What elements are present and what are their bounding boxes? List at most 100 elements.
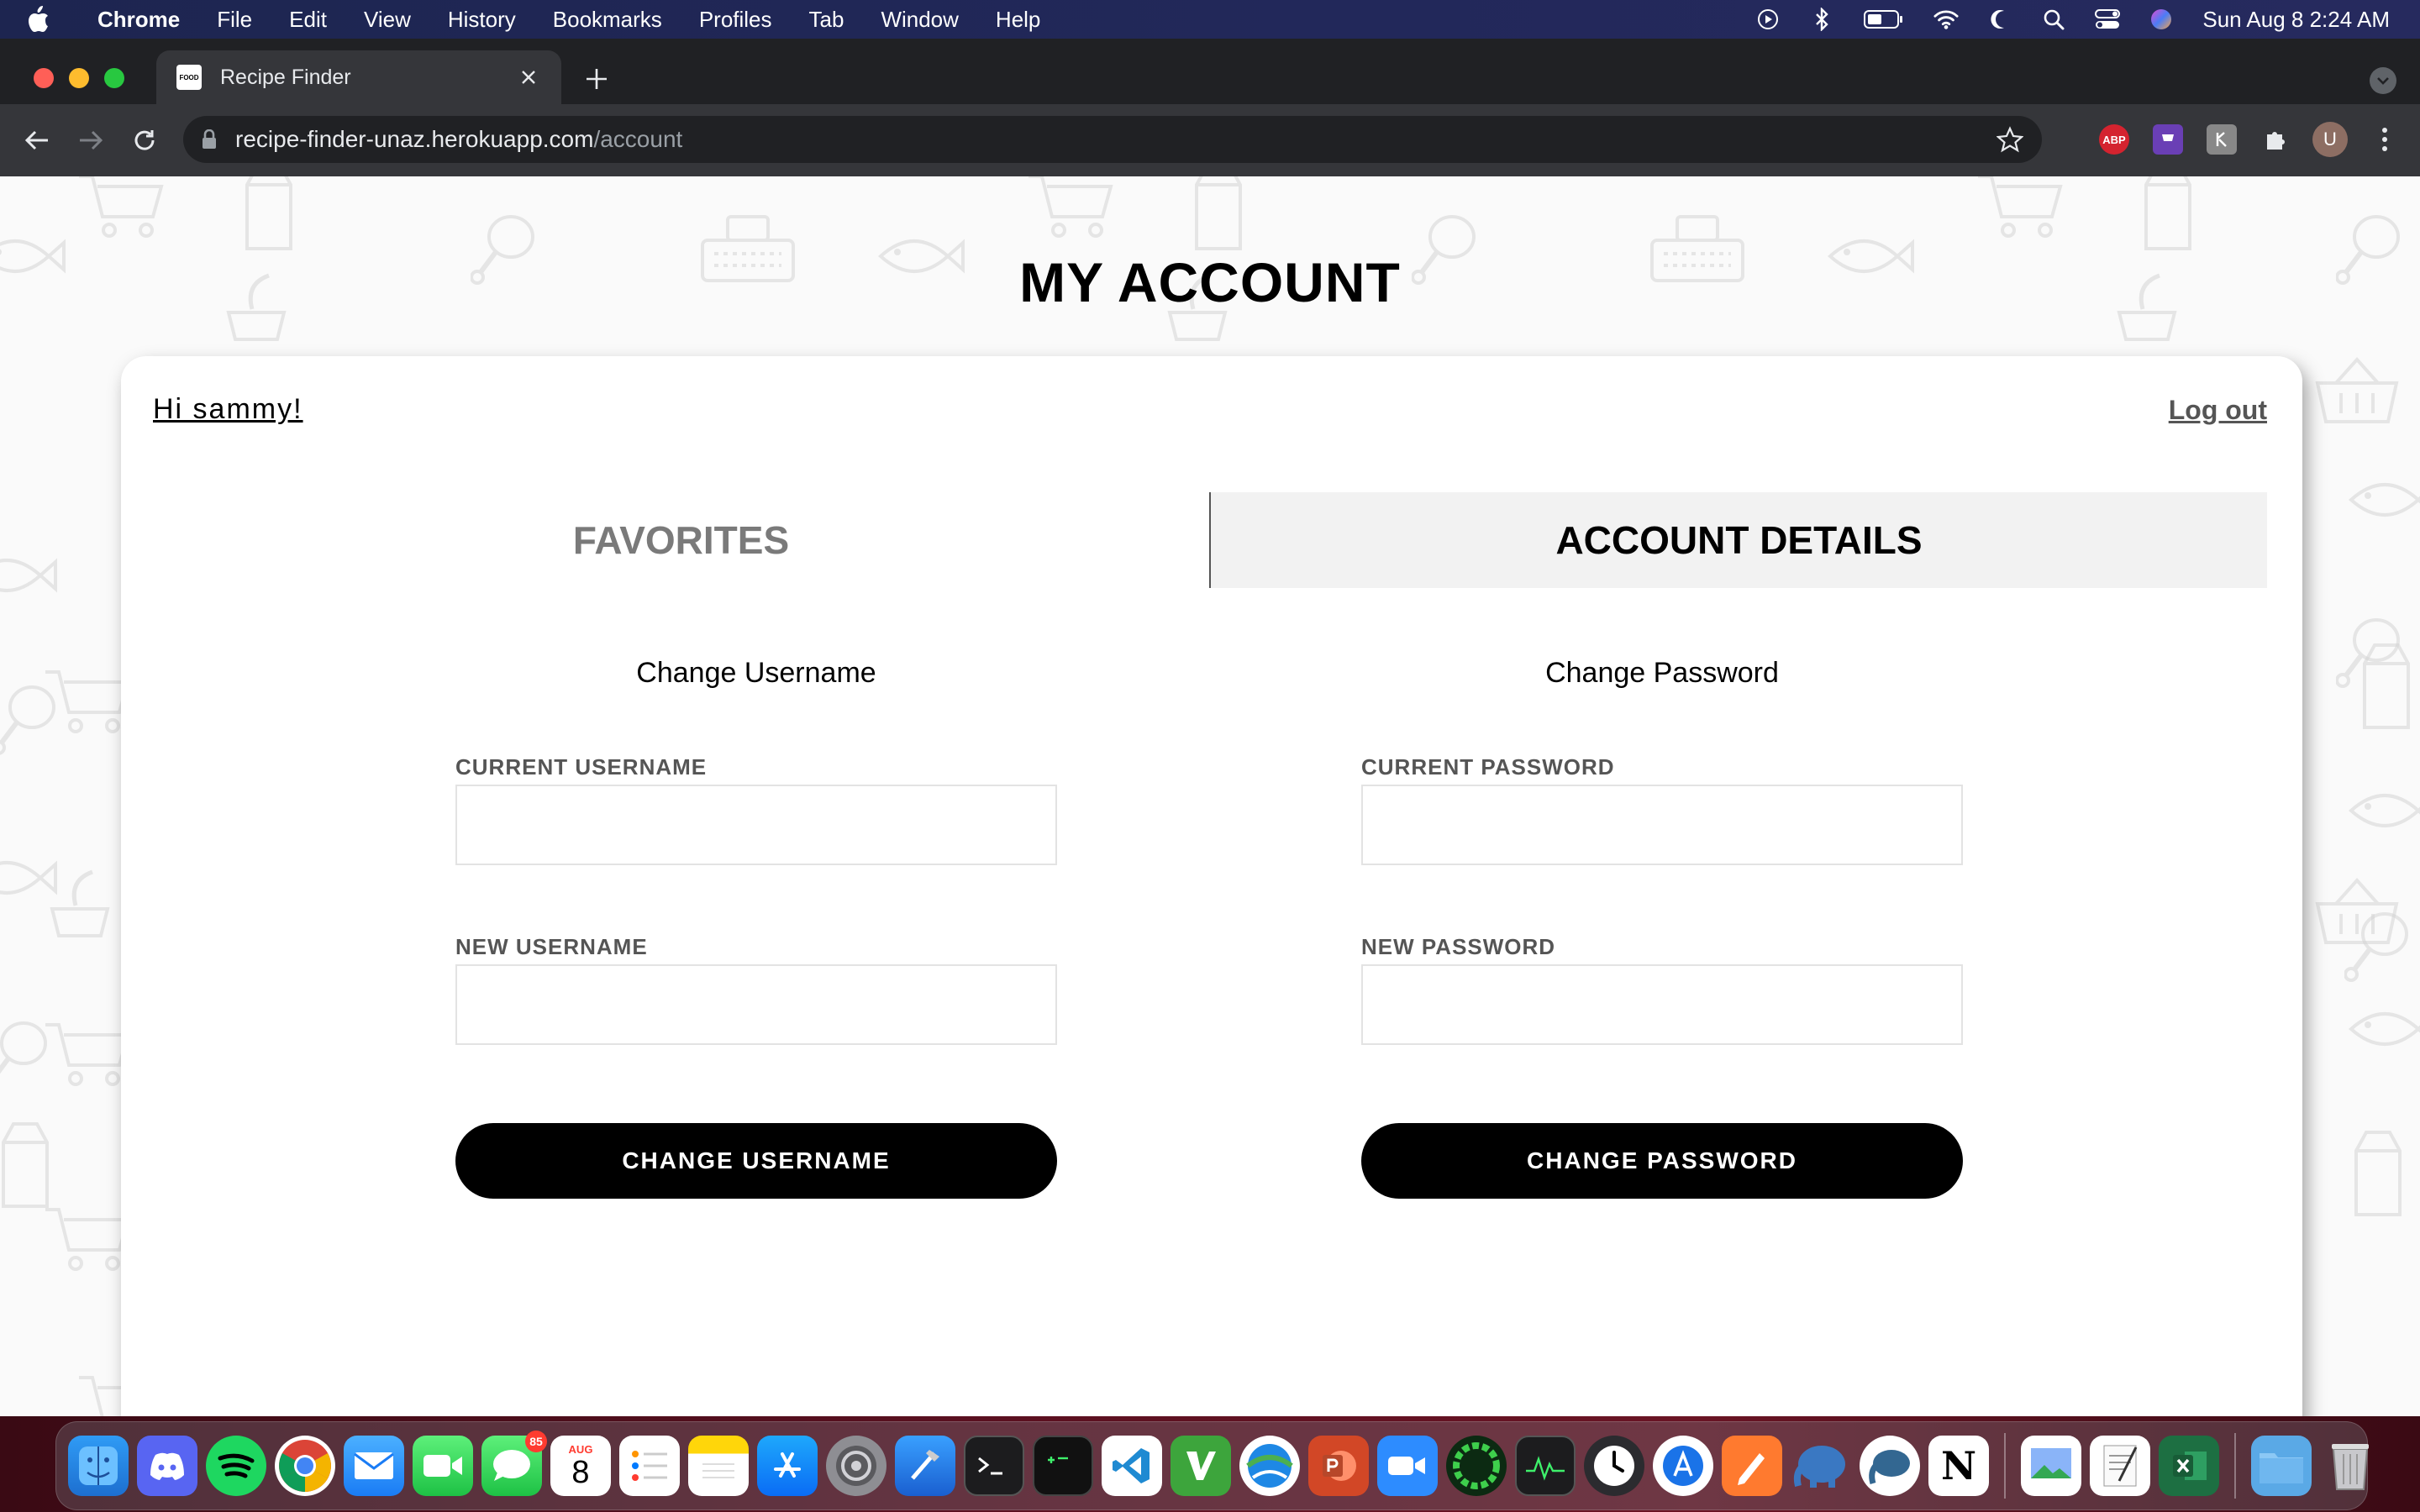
cart-pattern-icon — [1975, 176, 2067, 248]
xcode-icon[interactable] — [895, 1436, 955, 1496]
menu-bookmarks[interactable]: Bookmarks — [553, 7, 662, 33]
menu-help[interactable]: Help — [996, 7, 1040, 33]
battery-icon[interactable] — [1863, 7, 1905, 32]
menu-file[interactable]: File — [217, 7, 252, 33]
powerpoint-icon[interactable] — [1308, 1436, 1369, 1496]
milk-pattern-icon — [0, 1117, 59, 1214]
clock-icon[interactable] — [1584, 1436, 1644, 1496]
notes-icon[interactable] — [688, 1436, 749, 1496]
menubar-clock[interactable]: Sun Aug 8 2:24 AM — [2202, 7, 2390, 33]
change-password-heading: Change Password — [1545, 657, 1779, 689]
bookmark-star-icon[interactable] — [1996, 126, 2024, 159]
extension-icon[interactable] — [2207, 124, 2237, 155]
zoom-icon[interactable] — [1377, 1436, 1438, 1496]
new-password-input[interactable] — [1361, 964, 1963, 1045]
calendar-icon[interactable]: AUG 8 — [550, 1436, 611, 1496]
current-password-label: CURRENT PASSWORD — [1361, 754, 1615, 780]
trash-icon[interactable] — [2320, 1436, 2381, 1496]
wifi-icon[interactable] — [1933, 7, 1959, 32]
extension-icon[interactable] — [2153, 124, 2183, 155]
textedit-icon[interactable] — [2090, 1436, 2150, 1496]
fish-pattern-icon — [0, 546, 59, 609]
spotlight-search-icon[interactable] — [2041, 7, 2066, 32]
logout-link[interactable]: Log out — [2169, 395, 2267, 426]
postgres-icon[interactable] — [1860, 1436, 1920, 1496]
apple-menu-icon[interactable] — [25, 5, 72, 34]
forward-arrow-icon[interactable] — [74, 123, 108, 157]
elephant-app-icon[interactable] — [1791, 1436, 1851, 1496]
system-preferences-icon[interactable] — [826, 1436, 886, 1496]
discord-icon[interactable] — [137, 1436, 197, 1496]
finder-icon[interactable] — [68, 1436, 129, 1496]
preview-icon[interactable] — [2021, 1436, 2081, 1496]
milk-pattern-icon — [2353, 638, 2420, 735]
pen-tool-icon[interactable] — [1722, 1436, 1782, 1496]
fish-pattern-icon — [2344, 470, 2420, 533]
facetime-icon[interactable] — [413, 1436, 473, 1496]
iterm-icon[interactable] — [1033, 1436, 1093, 1496]
dock-separator — [2004, 1433, 2006, 1499]
bluetooth-icon[interactable] — [1809, 7, 1834, 32]
menu-profiles[interactable]: Profiles — [699, 7, 772, 33]
terminal-icon[interactable] — [964, 1436, 1024, 1496]
new-username-input[interactable] — [455, 964, 1057, 1045]
siri-icon[interactable] — [2149, 7, 2174, 32]
reload-icon[interactable] — [128, 123, 161, 157]
adblock-extension-icon[interactable]: ABP — [2099, 124, 2129, 155]
greeting-link[interactable]: Hi sammy! — [153, 393, 303, 426]
new-password-label: NEW PASSWORD — [1361, 934, 1556, 959]
back-arrow-icon[interactable] — [20, 123, 54, 157]
tab-favorites[interactable]: FAVORITES — [153, 492, 1209, 588]
messages-icon[interactable]: 85 — [481, 1431, 547, 1496]
favicon-icon: FOOD — [176, 65, 202, 90]
spotify-icon[interactable] — [206, 1436, 266, 1496]
more-options-icon[interactable] — [2370, 124, 2400, 155]
notion-icon[interactable]: N — [1928, 1436, 1989, 1496]
mail-icon[interactable] — [344, 1436, 404, 1496]
menu-view[interactable]: View — [364, 7, 411, 33]
current-username-label: CURRENT USERNAME — [455, 754, 708, 780]
activity-monitor-icon[interactable] — [1515, 1436, 1576, 1496]
fish-pattern-icon — [2344, 1000, 2420, 1063]
control-center-icon[interactable] — [2095, 7, 2121, 32]
maximize-window-button[interactable] — [104, 68, 124, 88]
menu-app-chrome[interactable]: Chrome — [97, 7, 180, 33]
network-app-icon[interactable] — [1239, 1436, 1300, 1496]
menu-window[interactable]: Window — [881, 7, 958, 33]
menu-history[interactable]: History — [448, 7, 516, 33]
milk-pattern-icon — [235, 176, 302, 256]
lock-icon[interactable] — [202, 129, 217, 150]
browser-tab-recipe-finder[interactable]: FOOD Recipe Finder — [156, 50, 561, 104]
do-not-disturb-icon[interactable] — [1987, 7, 2012, 32]
chrome-icon[interactable] — [275, 1436, 335, 1496]
close-tab-icon[interactable] — [516, 65, 541, 90]
excel-icon[interactable] — [2159, 1436, 2219, 1496]
change-password-button[interactable]: CHANGE PASSWORD — [1361, 1123, 1963, 1199]
activity-ring-icon[interactable] — [1446, 1436, 1507, 1496]
change-username-button[interactable]: CHANGE USERNAME — [455, 1123, 1057, 1199]
instruments-icon[interactable] — [1653, 1436, 1713, 1496]
tab-search-icon[interactable] — [2370, 67, 2396, 94]
macos-dock: 85 AUG 8 N — [55, 1421, 2369, 1510]
vscode-icon[interactable] — [1102, 1436, 1162, 1496]
close-window-button[interactable] — [34, 68, 54, 88]
calendar-month: AUG — [568, 1442, 593, 1456]
profile-avatar[interactable]: U — [2312, 122, 2348, 157]
address-bar[interactable]: recipe-finder-unaz.herokuapp.com/account — [183, 116, 2042, 163]
play-icon[interactable] — [1755, 7, 1781, 32]
change-username-heading: Change Username — [636, 657, 876, 689]
menu-tab[interactable]: Tab — [809, 7, 844, 33]
downloads-folder-icon[interactable] — [2251, 1436, 2312, 1496]
vim-icon[interactable] — [1171, 1436, 1231, 1496]
browser-window: FOOD Recipe Finder recipe-finder-unaz.he… — [0, 39, 2420, 176]
tab-account-details[interactable]: ACCOUNT DETAILS — [1209, 492, 2267, 588]
calendar-day: 8 — [571, 1454, 590, 1490]
app-store-icon[interactable] — [757, 1436, 818, 1496]
current-password-input[interactable] — [1361, 785, 1963, 865]
extensions-puzzle-icon[interactable] — [2260, 124, 2291, 155]
menu-edit[interactable]: Edit — [289, 7, 327, 33]
current-username-input[interactable] — [455, 785, 1057, 865]
reminders-icon[interactable] — [619, 1436, 680, 1496]
minimize-window-button[interactable] — [69, 68, 89, 88]
new-tab-icon[interactable] — [580, 62, 613, 96]
